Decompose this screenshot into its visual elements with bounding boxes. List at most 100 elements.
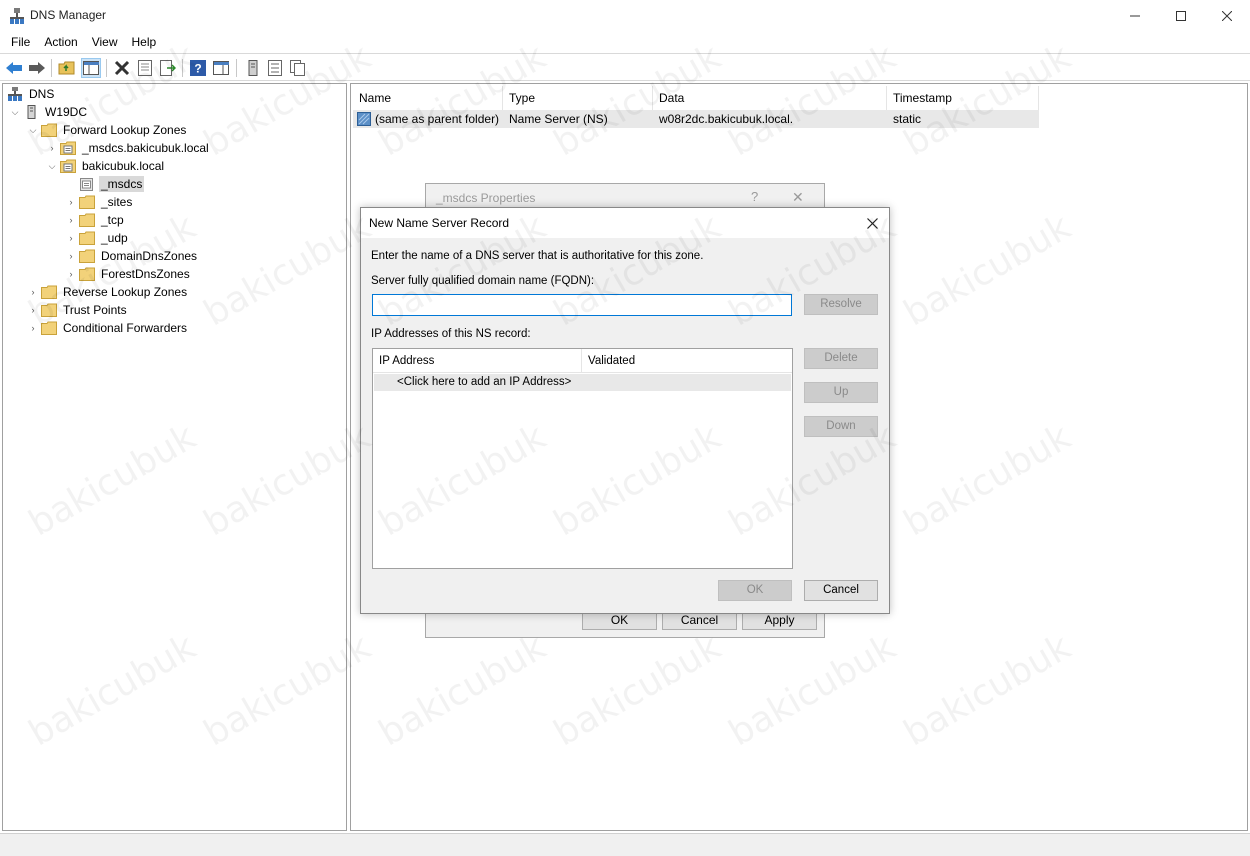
show-console-tree-button[interactable] (81, 58, 101, 78)
tree-label: _udp (101, 231, 128, 245)
tree-item-udp[interactable]: › _udp (65, 229, 130, 247)
list-icon (268, 60, 282, 76)
maximize-button[interactable] (1158, 0, 1204, 31)
chevron-right-icon[interactable]: › (65, 196, 77, 208)
ip-addresses-label: IP Addresses of this NS record: (371, 328, 531, 340)
copy-button[interactable] (288, 58, 308, 78)
zone-icon (60, 159, 76, 173)
delete-button[interactable] (112, 58, 132, 78)
console-tree-icon (83, 61, 99, 75)
tree-item-domaindnszones[interactable]: › DomainDnsZones (65, 247, 199, 265)
toolbar: ? (0, 53, 1250, 81)
forward-button[interactable] (27, 58, 47, 78)
folder-icon (41, 321, 57, 335)
back-button[interactable] (4, 58, 24, 78)
chevron-right-icon[interactable]: › (27, 286, 39, 298)
up-button[interactable]: Up (804, 382, 878, 403)
ip-address-list[interactable]: IP Address Validated <Click here to add … (372, 348, 793, 569)
menu-file[interactable]: File (4, 32, 37, 52)
help-icon: ? (190, 60, 206, 76)
column-header-timestamp[interactable]: Timestamp (887, 86, 1039, 110)
close-icon (866, 217, 878, 229)
chevron-right-icon[interactable]: › (65, 214, 77, 226)
dialog-close-button[interactable] (861, 213, 883, 233)
tree-label: _msdcs (99, 176, 145, 192)
fqdn-input[interactable] (372, 294, 792, 316)
chevron-down-icon[interactable]: ⌵ (46, 160, 58, 172)
folder-icon (79, 195, 95, 209)
chevron-down-icon[interactable]: ⌵ (27, 124, 39, 136)
menu-action[interactable]: Action (37, 32, 84, 52)
minimize-button[interactable] (1112, 0, 1158, 31)
dialog-title: New Name Server Record (369, 216, 510, 230)
menu-bar: File Action View Help (0, 31, 1250, 53)
up-one-level-button[interactable] (57, 58, 77, 78)
zone-icon (60, 141, 76, 155)
tree-item-forestdnszones[interactable]: › ForestDnsZones (65, 265, 192, 283)
tree-item-tcp[interactable]: › _tcp (65, 211, 126, 229)
tree-label: _sites (101, 195, 133, 209)
menu-help[interactable]: Help (125, 32, 164, 52)
folder-up-icon (58, 61, 75, 75)
properties-icon (138, 60, 152, 76)
dns-icon (8, 87, 22, 101)
add-ip-address-text[interactable]: <Click here to add an IP Address> (397, 376, 571, 388)
arrow-right-icon (29, 62, 45, 74)
folder-icon (41, 303, 57, 317)
show-action-pane-button[interactable] (211, 58, 231, 78)
chevron-right-icon[interactable]: › (65, 232, 77, 244)
chevron-right-icon[interactable]: › (27, 322, 39, 334)
column-header-data[interactable]: Data (653, 86, 887, 110)
cell-data: w08r2dc.bakicubuk.local. (659, 112, 794, 126)
status-bar (0, 833, 1250, 856)
column-header-name[interactable]: Name (353, 86, 503, 110)
dialog-title: _msdcs Properties (436, 191, 536, 205)
tree-item-trust-points[interactable]: › Trust Points (27, 301, 129, 319)
column-header-ip-address[interactable]: IP Address (373, 349, 582, 373)
column-header-validated[interactable]: Validated (582, 349, 792, 373)
help-button[interactable]: ? (188, 58, 208, 78)
tree-item-reverse-lookup-zones[interactable]: › Reverse Lookup Zones (27, 283, 189, 301)
folder-icon (79, 213, 95, 227)
chevron-right-icon[interactable]: › (65, 250, 77, 262)
export-icon (160, 60, 176, 76)
close-button[interactable] (1204, 0, 1250, 31)
tree-item-dns[interactable]: DNS (7, 85, 56, 103)
tree-item-msdcs[interactable]: _msdcs (65, 175, 145, 193)
ok-button[interactable]: OK (718, 580, 792, 601)
menu-view[interactable]: View (85, 32, 125, 52)
instruction-text: Enter the name of a DNS server that is a… (371, 250, 704, 262)
delete-x-icon (114, 60, 130, 76)
fqdn-label: Server fully qualified domain name (FQDN… (371, 275, 595, 287)
tree-item-conditional-forwarders[interactable]: › Conditional Forwarders (27, 319, 189, 337)
close-icon[interactable]: ✕ (792, 189, 804, 206)
properties-button[interactable] (135, 58, 155, 78)
help-icon[interactable]: ? (751, 189, 758, 204)
server-button[interactable] (243, 58, 263, 78)
cell-type: Name Server (NS) (509, 112, 608, 126)
window-title: DNS Manager (30, 8, 107, 22)
svg-text:?: ? (194, 62, 201, 76)
cancel-button[interactable]: Cancel (804, 580, 878, 601)
tree-item-forward-lookup-zones[interactable]: ⌵ Forward Lookup Zones (27, 121, 188, 139)
resolve-button[interactable]: Resolve (804, 294, 878, 315)
delete-button[interactable]: Delete (804, 348, 878, 369)
tree-item-msdcs-zone[interactable]: › _msdcs.bakicubuk.local (46, 139, 211, 157)
action-pane-icon (213, 61, 229, 75)
folder-icon (79, 249, 95, 263)
export-list-button[interactable] (158, 58, 178, 78)
down-button[interactable]: Down (804, 416, 878, 437)
list-view-button[interactable] (265, 58, 285, 78)
tree-label: bakicubuk.local (82, 159, 165, 173)
chevron-right-icon[interactable]: › (65, 268, 77, 280)
tree-item-domain-zone[interactable]: ⌵ bakicubuk.local (46, 157, 166, 175)
tree-item-sites[interactable]: › _sites (65, 193, 134, 211)
column-header-type[interactable]: Type (503, 86, 653, 110)
tree-label: _msdcs.bakicubuk.local (82, 141, 209, 155)
chevron-down-icon[interactable]: ⌵ (9, 106, 21, 118)
close-icon (1222, 10, 1232, 21)
tree-item-server[interactable]: ⌵ W19DC (9, 103, 89, 121)
server-icon (27, 105, 36, 119)
chevron-right-icon[interactable]: › (27, 304, 39, 316)
chevron-right-icon[interactable]: › (46, 142, 58, 154)
